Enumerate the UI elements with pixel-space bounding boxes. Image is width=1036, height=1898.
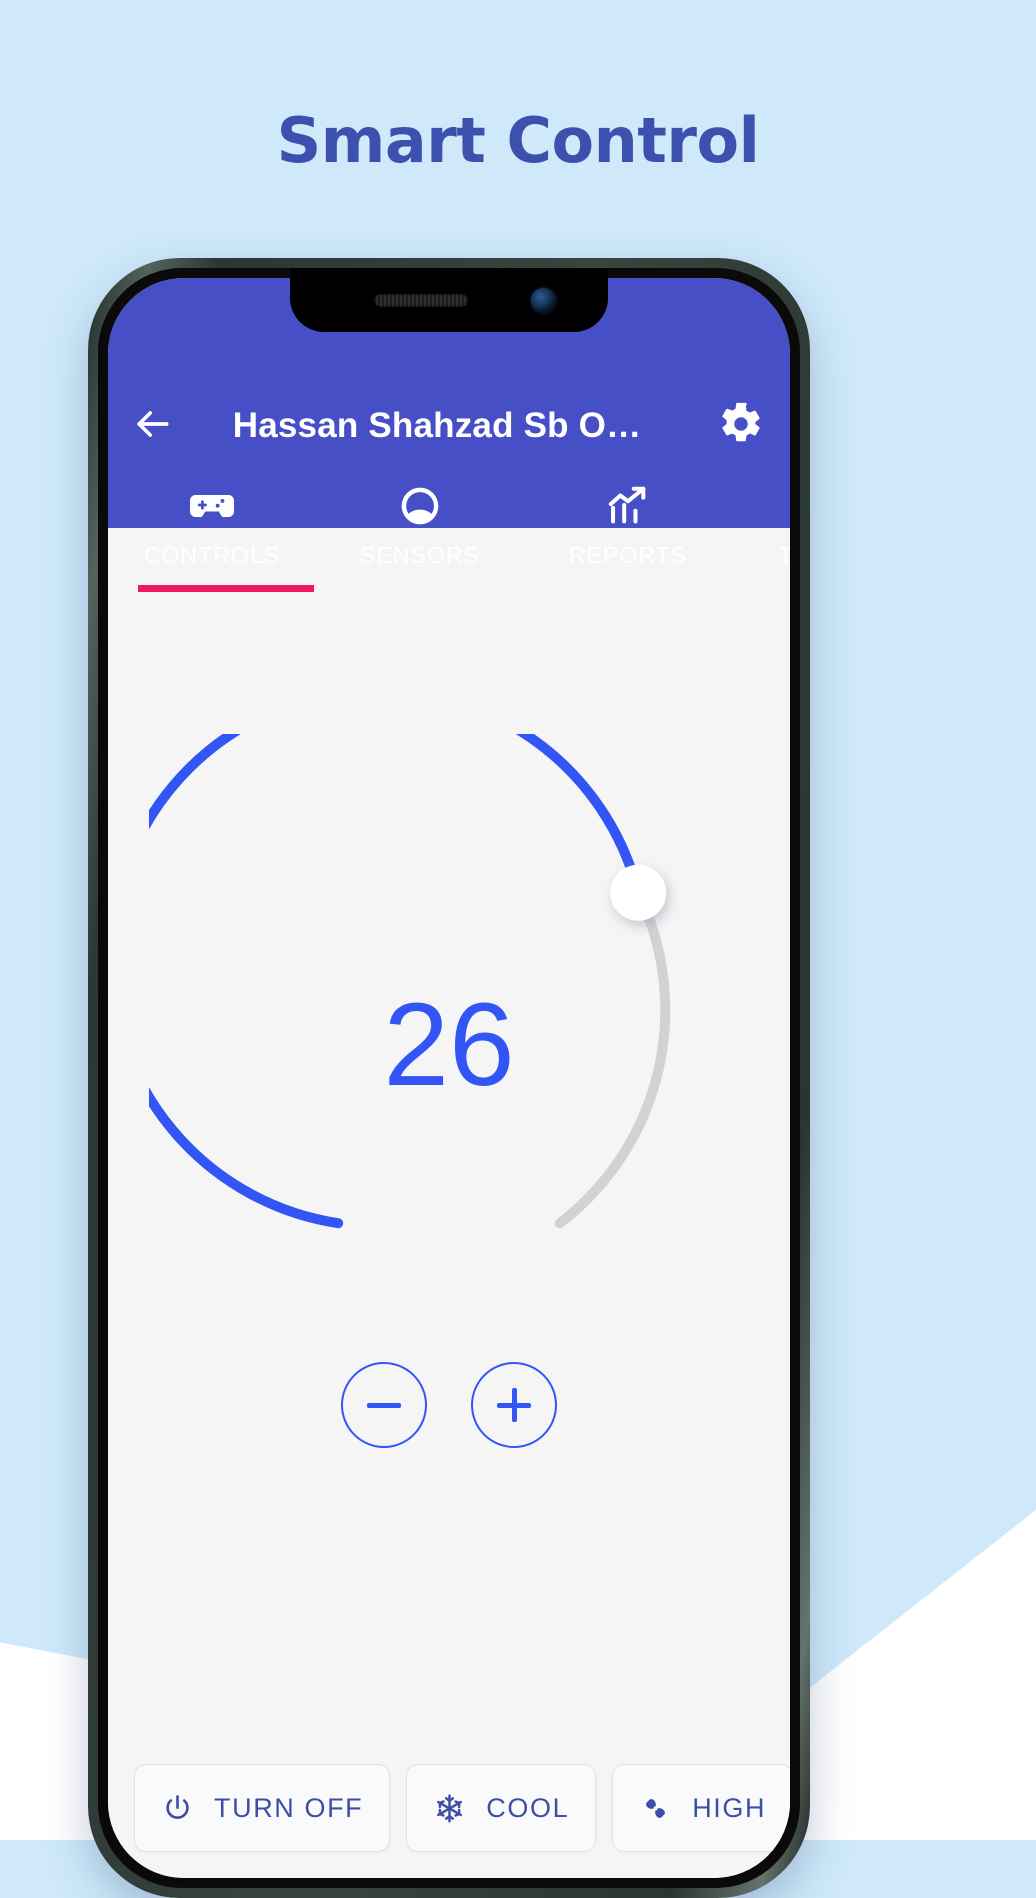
earpiece-speaker <box>374 294 468 307</box>
tab-label-reports: REPORTS <box>568 542 688 568</box>
minus-icon <box>367 1388 401 1422</box>
temperature-stepper[interactable] <box>108 1362 790 1448</box>
tab-sensors[interactable]: SENSORS <box>316 474 524 592</box>
cool-chip[interactable]: COOL <box>406 1764 597 1852</box>
tab-controls[interactable]: CONTROLS <box>108 474 316 592</box>
mode-chip-row[interactable]: TURN OFF COOL HIGH <box>108 1764 790 1852</box>
phone-mockup: Hassan Shahzad Sb O… CONTROLS SENSORS RE… <box>88 258 810 1898</box>
settings-button[interactable] <box>692 401 790 452</box>
phone-screen: Hassan Shahzad Sb O… CONTROLS SENSORS RE… <box>108 278 790 1878</box>
tab-label-sensors: SENSORS <box>359 542 481 568</box>
tab-label-controls: CONTROLS <box>143 542 281 568</box>
increase-temperature-button[interactable] <box>471 1362 557 1448</box>
turn-off-chip[interactable]: TURN OFF <box>134 1764 391 1852</box>
tab-timeline[interactable]: TIMELINE <box>732 474 790 592</box>
bar-chart-trend-icon <box>605 484 651 528</box>
fan-speed-chip[interactable]: HIGH <box>612 1764 790 1852</box>
tab-label-timeline: TIMELINE <box>778 542 790 568</box>
tab-reports[interactable]: REPORTS <box>524 474 732 592</box>
temperature-dial[interactable]: 26 <box>108 734 790 1374</box>
arrow-left-icon <box>130 402 174 451</box>
page-title: Smart Control <box>276 104 760 177</box>
turn-off-chip-label: TURN OFF <box>214 1792 364 1823</box>
gauge-icon <box>398 484 442 528</box>
decrease-temperature-button[interactable] <box>341 1362 427 1448</box>
fan-icon <box>639 1792 672 1825</box>
phone-bezel: Hassan Shahzad Sb O… CONTROLS SENSORS RE… <box>98 268 800 1888</box>
app-bar-row: Hassan Shahzad Sb O… <box>108 384 790 468</box>
snowflake-icon <box>433 1792 466 1825</box>
cool-chip-label: COOL <box>486 1792 570 1823</box>
plus-icon <box>497 1388 531 1422</box>
tab-bar[interactable]: CONTROLS SENSORS REPORTS T <box>108 474 790 592</box>
phone-notch <box>290 268 608 332</box>
tab-indicator <box>138 585 314 592</box>
device-name-title: Hassan Shahzad Sb O… <box>232 406 642 445</box>
temperature-value: 26 <box>383 979 515 1111</box>
gear-icon <box>718 401 764 452</box>
controls-panel: 26 TURN OFF COOL HIGH <box>108 592 790 1878</box>
dial-handle[interactable] <box>610 864 667 921</box>
fan-speed-chip-label: HIGH <box>692 1792 767 1823</box>
front-camera-icon <box>531 288 556 313</box>
power-icon <box>161 1792 194 1825</box>
gamepad-icon <box>190 484 234 528</box>
